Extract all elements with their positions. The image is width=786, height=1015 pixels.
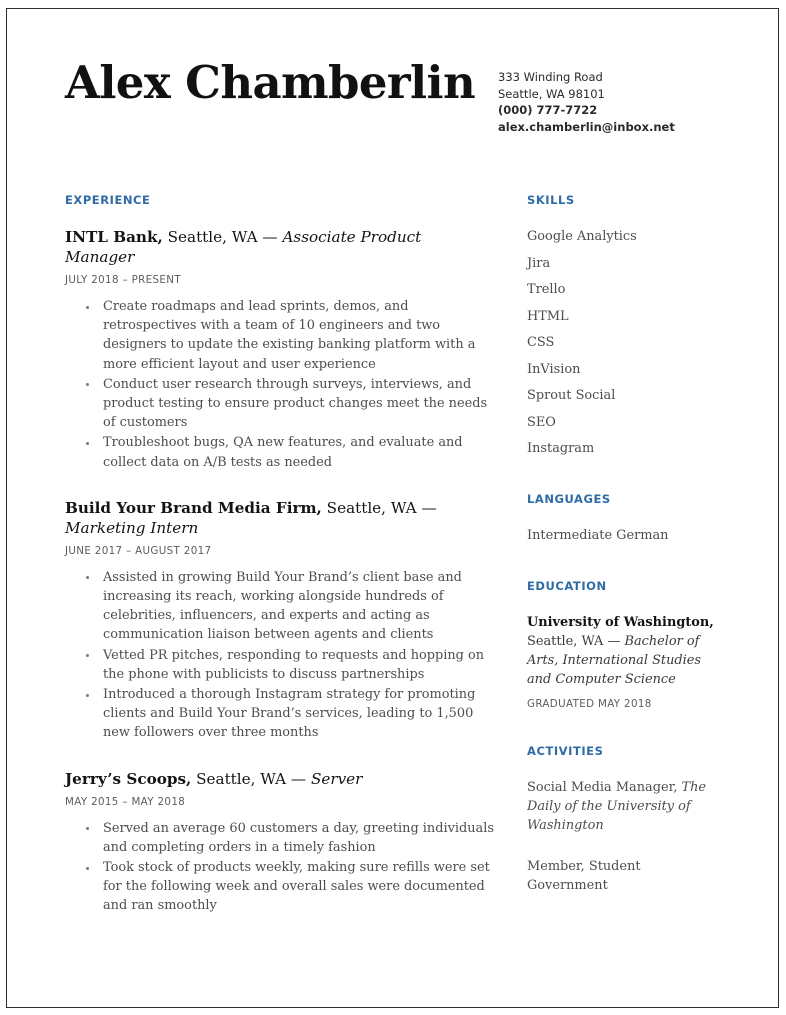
skill-item: Jira	[527, 255, 551, 271]
section-heading-languages: LANGUAGES	[527, 492, 611, 506]
job-bullet-list: Create roadmaps and lead sprints, demos,…	[65, 297, 495, 472]
education-location: Seattle, WA —	[527, 634, 625, 649]
skill-item: Google Analytics	[527, 229, 637, 244]
job-role: Server	[310, 769, 363, 788]
contact-city-state-zip: Seattle, WA 98101	[498, 86, 605, 101]
job-organization: Jerry’s Scoops,	[65, 769, 192, 788]
contact-block: 333 Winding Road Seattle, WA 98101 (000)…	[498, 55, 708, 135]
contact-street: 333 Winding Road	[498, 70, 603, 84]
skill-item: InVision	[527, 361, 581, 377]
candidate-name: Alex Chamberlin	[65, 56, 476, 109]
education-school: University of Washington,	[527, 615, 714, 630]
education-section: EDUCATION University of Washington, Seat…	[527, 579, 723, 710]
main-column: EXPERIENCE INTL Bank, Seattle, WA — Asso…	[65, 193, 495, 917]
job-bullet-list: Served an average 60 customers a day, gr…	[65, 819, 495, 916]
job-organization: INTL Bank,	[65, 228, 163, 246]
job-bullet: Assisted in growing Build Your Brand’s c…	[86, 568, 495, 645]
activity-item: Social Media Manager, The Daily of the U…	[527, 778, 723, 835]
activity-role: Member, Student Government	[527, 859, 641, 893]
job-location: Seattle, WA —	[162, 228, 283, 246]
resume-page: Alex Chamberlin 333 Winding Road Seattle…	[6, 8, 779, 1008]
contact-phone[interactable]: (000) 777-7722	[498, 102, 708, 119]
job-bullet-list: Assisted in growing Build Your Brand’s c…	[65, 568, 495, 743]
activity-item: Member, Student Government	[527, 857, 723, 895]
job-dates: JUNE 2017 – AUGUST 2017	[65, 544, 212, 557]
resume-content: Alex Chamberlin 333 Winding Road Seattle…	[7, 9, 778, 1007]
job-bullet: Vetted PR pitches, responding to request…	[86, 646, 495, 684]
job-location: Seattle, WA —	[321, 498, 437, 517]
skill-item: SEO	[527, 414, 556, 430]
skill-item: Instagram	[527, 441, 595, 456]
job-role: Marketing Intern	[65, 518, 199, 537]
job-bullet: Create roadmaps and lead sprints, demos,…	[86, 297, 495, 374]
experience-entry: INTL Bank, Seattle, WA — Associate Produ…	[65, 227, 495, 472]
job-title-line: Jerry’s Scoops, Seattle, WA — Server	[65, 769, 495, 789]
job-bullet: Troubleshoot bugs, QA new features, and …	[86, 433, 495, 471]
section-heading-activities: ACTIVITIES	[527, 744, 604, 758]
skills-section: SKILLS Google Analytics Jira Trello HTML…	[527, 193, 723, 458]
skill-item: Trello	[527, 282, 566, 297]
skill-item: HTML	[527, 308, 569, 324]
contact-email[interactable]: alex.chamberlin@inbox.net	[498, 119, 708, 136]
skill-item: CSS	[527, 335, 555, 350]
job-organization: Build Your Brand Media Firm,	[65, 498, 322, 517]
section-heading-education: EDUCATION	[527, 579, 607, 593]
job-bullet: Served an average 60 customers a day, gr…	[86, 819, 495, 857]
education-entry: University of Washington, Seattle, WA — …	[527, 613, 723, 689]
job-dates: JULY 2018 – PRESENT	[65, 274, 181, 286]
job-bullet: Conduct user research through surveys, i…	[86, 375, 495, 433]
language-item: Intermediate German	[527, 528, 669, 543]
education-graduation-date: GRADUATED MAY 2018	[527, 698, 652, 710]
skill-item: Sprout Social	[527, 388, 616, 403]
languages-section: LANGUAGES Intermediate German	[527, 492, 723, 545]
job-bullet: Introduced a thorough Instagram strategy…	[86, 685, 495, 743]
sidebar-column: SKILLS Google Analytics Jira Trello HTML…	[527, 193, 723, 895]
job-location: Seattle, WA —	[191, 769, 311, 788]
activities-section: ACTIVITIES Social Media Manager, The Dai…	[527, 744, 723, 895]
section-heading-experience: EXPERIENCE	[65, 193, 151, 207]
job-bullet: Took stock of products weekly, making su…	[86, 858, 495, 916]
experience-entry: Build Your Brand Media Firm, Seattle, WA…	[65, 498, 495, 743]
job-title-line: Build Your Brand Media Firm, Seattle, WA…	[65, 498, 495, 538]
activity-role: Social Media Manager,	[527, 780, 682, 795]
resume-columns: EXPERIENCE INTL Bank, Seattle, WA — Asso…	[65, 193, 714, 917]
resume-header: Alex Chamberlin 333 Winding Road Seattle…	[65, 55, 708, 135]
job-dates: MAY 2015 – MAY 2018	[65, 795, 186, 808]
job-title-line: INTL Bank, Seattle, WA — Associate Produ…	[65, 227, 495, 267]
section-heading-skills: SKILLS	[527, 193, 575, 207]
experience-entry: Jerry’s Scoops, Seattle, WA — Server MAY…	[65, 769, 495, 916]
